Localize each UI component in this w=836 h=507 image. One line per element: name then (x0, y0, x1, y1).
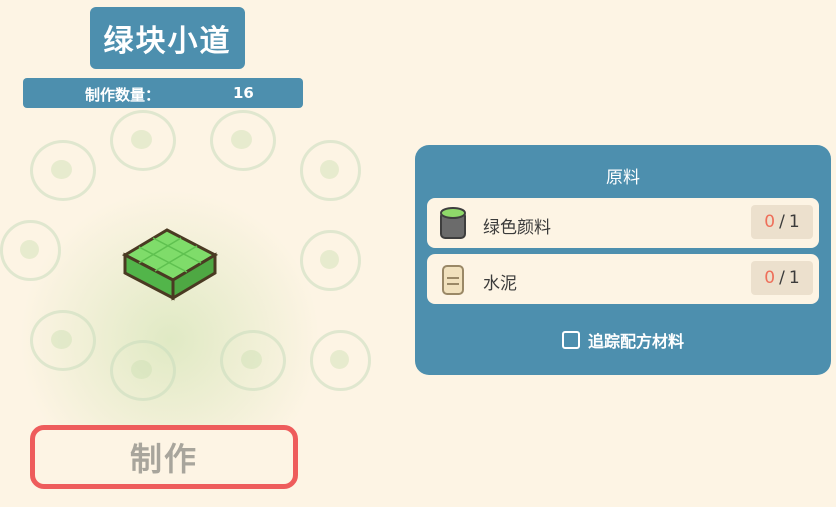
materials-title: 原料 (606, 168, 640, 188)
material-row-cement[interactable]: 水泥 0 / 1 (427, 254, 819, 304)
background-bubble (210, 110, 276, 171)
background-bubble (300, 140, 361, 201)
craft-button[interactable]: 制作 (30, 425, 298, 489)
background-bubble (110, 340, 176, 401)
material-count: 0 / 1 (751, 261, 813, 295)
track-label: 追踪配方材料 (587, 332, 684, 351)
quantity-bar: 制作数量： 16 (23, 78, 303, 108)
track-recipe-toggle[interactable]: 追踪配方材料 (415, 328, 831, 352)
green-block-path-icon (121, 228, 219, 301)
item-title: 绿块小道 (90, 7, 245, 69)
track-checkbox[interactable] (561, 331, 580, 349)
background-bubble (300, 230, 361, 291)
material-count: 0 / 1 (751, 205, 813, 239)
quantity-value: 16 (233, 84, 254, 102)
cement-bag-icon (442, 265, 464, 295)
background-bubble (30, 140, 96, 201)
green-paint-bucket-icon (440, 207, 466, 239)
material-name: 水泥 (483, 274, 517, 294)
quantity-label: 制作数量： (85, 86, 161, 104)
material-name: 绿色颜料 (483, 218, 551, 238)
background-bubble (30, 310, 96, 371)
background-bubble (310, 330, 371, 391)
materials-panel: 原料 绿色颜料 0 / 1 水泥 0 / 1 追踪配方材料 (415, 145, 831, 375)
background-bubble (220, 330, 286, 391)
background-bubble (110, 110, 176, 171)
background-bubble (0, 220, 61, 281)
material-row-green-paint[interactable]: 绿色颜料 0 / 1 (427, 198, 819, 248)
